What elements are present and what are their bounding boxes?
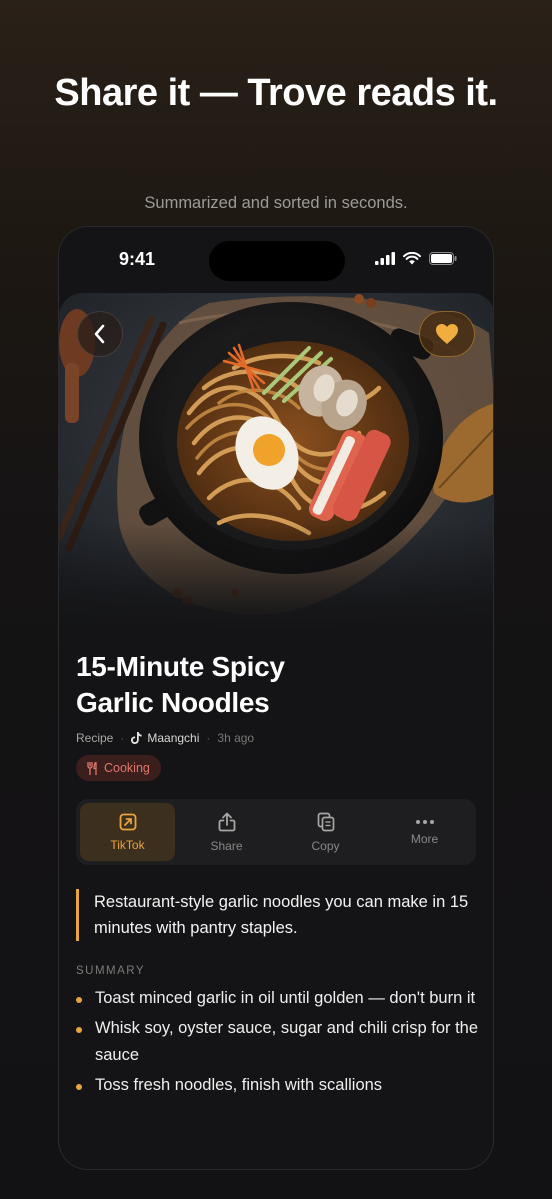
summary-item-text: Toast minced garlic in oil until golden … xyxy=(95,989,476,1007)
more-label: More xyxy=(410,831,439,846)
summary-item-text: Toss fresh noodles, finish with scallion… xyxy=(95,1075,383,1094)
author[interactable]: Maangchi xyxy=(131,731,199,745)
bullet-dot xyxy=(76,1083,82,1090)
status-bar: 9:41 xyxy=(59,227,493,293)
bullet-dot xyxy=(76,1026,82,1033)
status-icons xyxy=(375,252,457,265)
author-name: Maangchi xyxy=(147,731,200,745)
summary-item: Toss fresh noodles, finish with scallion… xyxy=(76,1072,480,1100)
summary-item: Whisk soy, oyster sauce, sugar and chili… xyxy=(76,1015,480,1070)
recipe-title: 15-Minute Spicy Garlic Noodles xyxy=(76,649,376,721)
share-button[interactable]: Share xyxy=(179,803,274,861)
recipe-title-line1: 15-Minute Spicy xyxy=(76,651,285,682)
bottom-fade xyxy=(59,1125,493,1169)
content-type: Recipe xyxy=(76,731,114,745)
recipe-title-line2: Garlic Noodles xyxy=(76,687,270,718)
summary-item: Toast minced garlic in oil until golden … xyxy=(76,985,480,1013)
recipe-meta: Recipe · Maangchi · 3h ago xyxy=(76,731,254,745)
more-dots-icon xyxy=(415,819,434,824)
cellular-signal-icon xyxy=(375,252,395,265)
category-tag[interactable]: Cooking xyxy=(76,755,161,781)
category-tag-label: Cooking xyxy=(104,761,150,775)
hero-fade xyxy=(59,523,493,633)
share-label: Share xyxy=(210,838,243,853)
open-tiktok-label: TikTok xyxy=(110,837,145,852)
posted-time: 3h ago xyxy=(217,731,255,745)
favorite-button[interactable] xyxy=(419,311,475,357)
summary-quote: Restaurant-style garlic noodles you can … xyxy=(76,889,476,941)
back-button[interactable] xyxy=(77,311,123,357)
status-time: 9:41 xyxy=(119,249,156,269)
dynamic-island xyxy=(209,241,345,281)
heart-icon xyxy=(436,324,458,344)
more-button[interactable]: More xyxy=(377,803,472,861)
phone-frame: 9:41 15-Minute Spicy Garlic Noodles Reci… xyxy=(58,226,494,1170)
battery-icon xyxy=(429,252,457,265)
external-link-icon xyxy=(119,813,136,830)
summary-item-text: Whisk soy, oyster sauce, sugar and chili… xyxy=(95,1018,479,1065)
subhead: Summarized and sorted in seconds. xyxy=(144,194,408,212)
copy-icon xyxy=(317,812,334,831)
tiktok-icon xyxy=(131,732,142,744)
summary-heading: SUMMARY xyxy=(76,965,146,977)
action-bar: TikTok Share Copy More xyxy=(76,799,476,865)
open-tiktok-button[interactable]: TikTok xyxy=(80,803,175,861)
meta-separator: · xyxy=(120,731,125,745)
copy-label: Copy xyxy=(311,838,340,853)
meta-separator: · xyxy=(206,731,211,745)
bullet-dot xyxy=(76,997,82,1003)
utensils-icon xyxy=(87,761,97,775)
copy-button[interactable]: Copy xyxy=(278,803,373,861)
wifi-icon xyxy=(403,252,421,265)
summary-list: Toast minced garlic in oil until golden … xyxy=(76,985,480,1101)
headline: Share it — Trove reads it. xyxy=(54,72,498,114)
chevron-left-icon xyxy=(94,324,105,344)
share-icon xyxy=(218,812,235,831)
